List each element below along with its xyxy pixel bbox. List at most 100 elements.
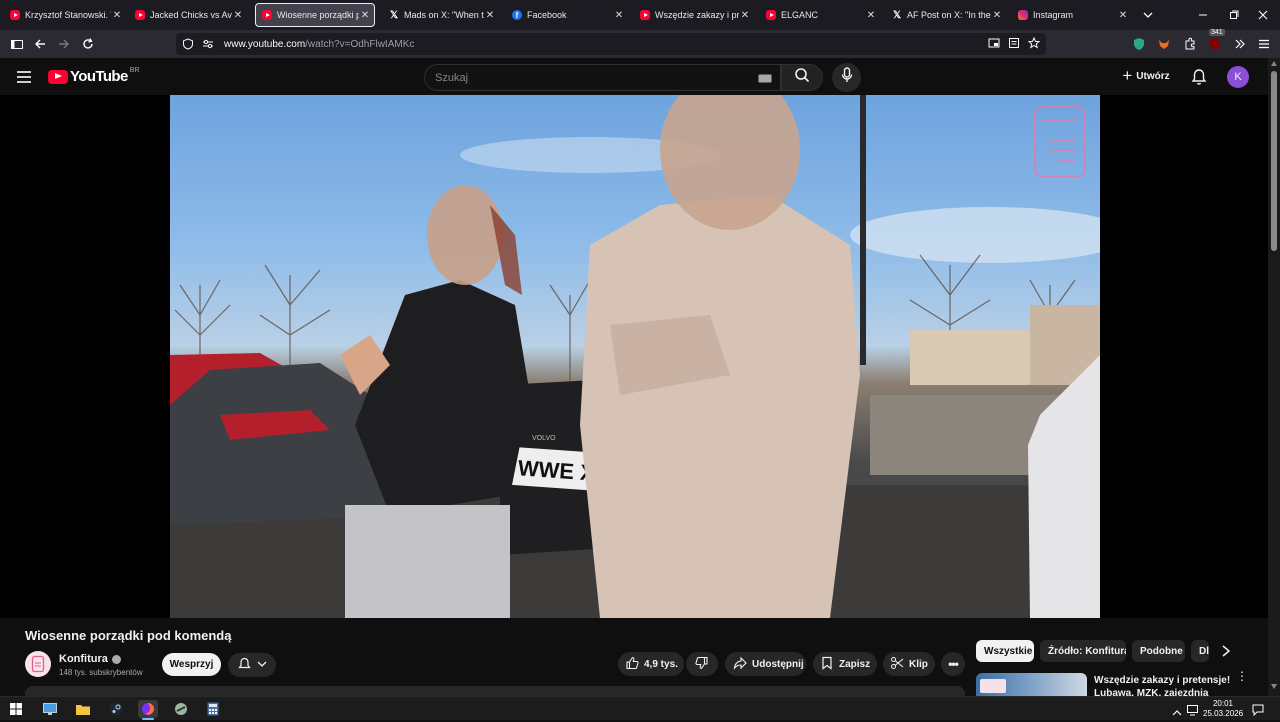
close-tab-icon[interactable]: ✕ [991,10,1003,21]
video-player[interactable]: WWE XS52 VOLVO [170,95,1100,618]
firefox-icon[interactable] [138,700,158,718]
browser-tab[interactable]: f Facebook ✕ [506,3,628,27]
file-explorer-icon[interactable] [73,700,93,718]
video-title: Wiosenne porządki pod komendą [25,628,232,643]
network-icon[interactable] [1187,703,1199,721]
desktop-app-icon[interactable] [40,700,60,718]
clip-button[interactable]: Klip [883,652,935,676]
steam-icon[interactable] [106,700,126,718]
browser-tab-label: Mads on X: "When th [404,10,484,20]
clock[interactable]: 20:01 25.03.2026 [1203,699,1243,719]
browser-tab-label: Krzysztof Stanowski. W ja [25,10,111,20]
browser-tab[interactable]: Wiosenne porządki p ✕ [255,3,375,27]
search-input[interactable]: Szukaj [424,64,781,91]
country-code: BR [129,67,140,74]
back-button[interactable] [31,35,49,53]
close-tab-icon[interactable]: ✕ [359,10,371,21]
youtube-header: YouTube BR Szukaj + Utwórz K [0,58,1268,95]
like-button[interactable]: 4,9 tys. [618,652,684,676]
browser-tab[interactable]: ELGANC ✕ [760,3,880,27]
browser-tab[interactable]: Krzysztof Stanowski. W ja✕ [4,3,126,27]
vpn-extension-icon[interactable] [1130,35,1148,53]
close-tab-icon[interactable]: ✕ [865,10,877,21]
browser-tab[interactable]: 𝕏 Mads on X: "When th ✕ [383,3,499,27]
game-app-icon[interactable] [171,700,191,718]
close-tab-icon[interactable]: ✕ [739,10,751,21]
related-filter-chip[interactable]: Podobne [1132,640,1185,662]
tray-overflow-chevron-icon[interactable] [1172,704,1182,722]
related-video-title[interactable]: Wszędzie zakazy i pretensje! Lubawa, MZK… [1094,674,1244,696]
create-button[interactable]: + Utwórz [1114,63,1178,89]
youtube-icon [135,10,145,20]
ublock-extension-icon[interactable]: 341 [1206,29,1225,53]
close-tab-icon[interactable]: ✕ [1117,10,1129,21]
related-title-line2: Lubawa, MZK, zajezdnia [1094,688,1209,696]
app-menu-icon[interactable] [1255,35,1273,53]
channel-avatar[interactable] [25,651,51,677]
reader-view-icon[interactable] [1008,37,1020,52]
tab-list-chevron-icon[interactable] [1141,8,1155,22]
site-permissions-icon[interactable] [202,38,214,50]
dislike-button[interactable] [686,652,718,676]
chips-next-arrow-icon[interactable] [1221,644,1231,663]
fox-extension-icon[interactable] [1155,35,1173,53]
x-icon: 𝕏 [892,9,902,21]
browser-tab[interactable]: Instagram ✕ [1012,3,1132,27]
related-filter-chip[interactable]: Wszystkie [976,640,1034,662]
bookmark-star-icon[interactable] [1027,36,1041,52]
save-button[interactable]: Zapisz [813,652,877,676]
windows-start-icon[interactable] [6,700,26,718]
notification-center-icon[interactable] [1252,703,1264,721]
close-tab-icon[interactable]: ✕ [111,10,123,21]
related-video-menu-icon[interactable]: ⋮ [1236,670,1248,682]
description-box-edge[interactable] [25,686,965,696]
page-scrollbar[interactable] [1268,58,1280,696]
search-placeholder: Szukaj [435,71,469,84]
instagram-icon [1018,10,1028,20]
related-filter-chip[interactable]: Dla [1191,640,1209,662]
minimize-window-button[interactable] [1196,8,1210,22]
sidebar-toggle-icon[interactable] [8,35,26,53]
scrollbar-thumb[interactable] [1271,71,1277,251]
related-filter-chip[interactable]: Źródło: Konfitura [1040,640,1126,662]
related-video-thumbnail[interactable] [976,673,1087,696]
bell-icon [237,657,251,674]
notifications-bell-icon[interactable] [1191,68,1207,91]
channel-name[interactable]: Konfitura [59,653,121,665]
youtube-icon [10,10,20,20]
youtube-logo[interactable]: YouTube BR [48,67,140,85]
tracking-shield-icon[interactable] [182,38,194,50]
browser-tab-strip: Krzysztof Stanowski. W ja✕Jacked Chicks … [0,0,1280,30]
channel-name-text: Konfitura [59,653,108,665]
reload-button[interactable] [79,35,97,53]
voice-search-button[interactable] [832,63,861,92]
close-tab-icon[interactable]: ✕ [232,10,244,21]
support-button[interactable]: Wesprzyj [162,653,221,676]
search-button[interactable] [781,64,823,91]
scrollbar-up-arrow[interactable] [1271,61,1277,66]
browser-tab[interactable]: Jacked Chicks vs Average✕ [129,3,247,27]
address-bar[interactable]: www.youtube.com/watch?v=OdhFlwIAMKc [176,33,1046,55]
browser-tab[interactable]: 𝕏 AF Post on X: "In the first✕ [886,3,1006,27]
close-tab-icon[interactable]: ✕ [484,10,496,21]
forward-button[interactable] [55,35,73,53]
extensions-puzzle-icon[interactable] [1181,35,1199,53]
keyboard-icon[interactable] [758,74,772,86]
more-actions-button[interactable]: ••• [941,652,965,676]
facebook-icon: f [512,10,522,20]
account-avatar[interactable]: K [1227,66,1249,88]
clock-time: 20:01 [1212,699,1234,708]
close-window-button[interactable] [1256,8,1270,22]
browser-tab[interactable]: Wszędzie zakazy i preten✕ [634,3,754,27]
guide-menu-icon[interactable] [16,69,32,85]
restore-window-button[interactable] [1227,8,1241,22]
picture-in-picture-icon[interactable] [988,37,1000,52]
share-button[interactable]: Udostępnij [725,652,806,676]
scrollbar-down-arrow[interactable] [1271,684,1277,689]
url-host: www.youtube.com [224,38,306,50]
calculator-icon[interactable] [203,700,223,718]
close-tab-icon[interactable]: ✕ [613,10,625,21]
notifications-subscription-button[interactable] [228,653,276,677]
overflow-chevrons-icon[interactable] [1231,35,1249,53]
clip-label: Klip [909,658,928,670]
